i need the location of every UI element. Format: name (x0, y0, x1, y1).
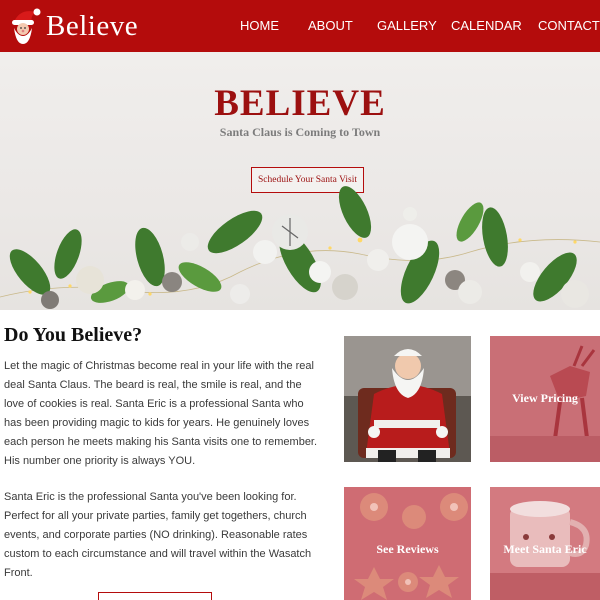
top-nav-bar: Believe HOME ABOUT GALLERY CALENDAR CONT… (0, 0, 600, 52)
nav-about[interactable]: ABOUT (308, 0, 353, 52)
santa-logo-icon (12, 8, 41, 44)
view-pricing-label: View Pricing (512, 391, 578, 405)
nav-home[interactable]: HOME (240, 0, 279, 52)
intro-paragraph: Let the magic of Christmas become real i… (4, 360, 318, 467)
santa-eric-image (344, 336, 471, 462)
meet-santa-label: Meet Santa Eric (503, 542, 587, 556)
logo-text: Believe (46, 10, 139, 42)
see-reviews-label: See Reviews (376, 542, 439, 556)
meet-santa-tile[interactable]: Meet Santa Eric (490, 487, 600, 600)
site-logo[interactable]: Believe (6, 4, 146, 48)
santa-photo (344, 336, 471, 462)
christmas-decor-image (0, 186, 600, 309)
nav-gallery[interactable]: GALLERY (377, 0, 437, 52)
hero-banner: BELIEVE Santa Claus is Coming to Town Sc… (0, 52, 600, 310)
section-heading: Do You Believe? (4, 324, 143, 346)
nav-calendar[interactable]: CALENDAR (451, 0, 522, 52)
services-paragraph: Santa Eric is the professional Santa you… (4, 491, 312, 579)
nav-contact[interactable]: CONTACT (538, 0, 600, 52)
hero-subtitle: Santa Claus is Coming to Town (219, 125, 381, 139)
view-pricing-tile[interactable]: View Pricing (490, 336, 600, 462)
content-button[interactable] (98, 592, 212, 600)
hero-title: BELIEVE (214, 83, 386, 124)
see-reviews-tile[interactable]: See Reviews (344, 487, 471, 600)
